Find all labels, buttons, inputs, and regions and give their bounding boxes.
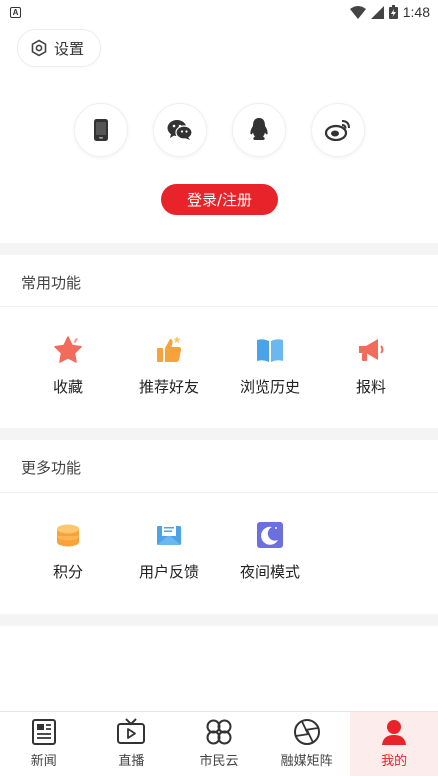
settings-label: 设置 [54, 39, 85, 58]
megaphone-icon [359, 339, 384, 361]
favorites-item[interactable]: 收藏 [18, 334, 118, 397]
nav-mine[interactable]: 我的 [350, 712, 438, 776]
nav-news-label: 新闻 [30, 754, 57, 769]
recommend-friends-label: 推荐好友 [138, 378, 199, 396]
nav-news[interactable]: 新闻 [0, 712, 88, 776]
browsing-history-label: 浏览历史 [239, 378, 300, 396]
qq-login-button[interactable] [232, 103, 286, 157]
status-icons: 1:48 [349, 4, 430, 20]
phone-icon [94, 119, 108, 141]
status-time: 1:48 [402, 4, 430, 20]
favorites-label: 收藏 [52, 378, 83, 396]
login-methods [0, 103, 438, 157]
section-separator [0, 614, 438, 626]
night-mode-item[interactable]: 夜间模式 [220, 519, 320, 582]
nav-citizen-cloud-label: 市民云 [199, 754, 239, 769]
more-functions-title: 更多功能 [21, 459, 82, 477]
nav-media-matrix-label: 融媒矩阵 [280, 754, 333, 769]
hexagon-settings-icon [31, 39, 47, 57]
tv-icon [117, 718, 146, 744]
wifi-icon [349, 5, 366, 19]
report-tip-item[interactable]: 报料 [321, 334, 421, 397]
night-mode-label: 夜间模式 [239, 563, 300, 581]
phone-login-button[interactable] [74, 103, 128, 157]
wechat-icon [167, 120, 193, 140]
moon-icon [257, 522, 283, 548]
divider [0, 492, 438, 493]
user-feedback-item[interactable]: 用户反馈 [119, 519, 219, 582]
wechat-login-button[interactable] [153, 103, 207, 157]
section-separator [0, 428, 438, 440]
clover-icon [206, 719, 232, 745]
status-bar: A 1:48 [0, 0, 438, 24]
bottom-navigation: 新闻 直播 市民云 融媒矩阵 我的 [0, 711, 438, 776]
points-label: 积分 [52, 563, 83, 581]
star-icon [54, 336, 82, 363]
person-icon [382, 720, 407, 745]
nav-mine-label: 我的 [381, 754, 408, 769]
divider [0, 306, 438, 307]
aperture-icon [293, 719, 320, 745]
points-item[interactable]: 积分 [18, 519, 118, 582]
mail-icon [157, 524, 181, 545]
weibo-login-button[interactable] [311, 103, 365, 157]
recommend-friends-item[interactable]: 推荐好友 [119, 334, 219, 397]
common-functions-title: 常用功能 [21, 274, 82, 292]
qq-icon [250, 118, 268, 140]
nav-media-matrix[interactable]: 融媒矩阵 [263, 712, 351, 776]
notification-a-icon: A [10, 6, 21, 18]
login-register-button[interactable]: 登录/注册 [161, 184, 278, 215]
news-icon [31, 719, 56, 745]
thumbs-up-icon [157, 336, 182, 362]
nav-live-label: 直播 [118, 754, 145, 769]
browsing-history-item[interactable]: 浏览历史 [220, 334, 320, 397]
report-tip-label: 报料 [355, 378, 386, 396]
battery-icon [388, 5, 398, 19]
coins-icon [57, 524, 79, 547]
signal-icon [370, 5, 384, 19]
user-feedback-label: 用户反馈 [138, 563, 199, 581]
book-icon [257, 339, 283, 362]
settings-button[interactable]: 设置 [17, 29, 101, 67]
nav-citizen-cloud[interactable]: 市民云 [175, 712, 263, 776]
section-separator [0, 243, 438, 255]
weibo-icon [325, 120, 350, 141]
nav-live[interactable]: 直播 [88, 712, 176, 776]
